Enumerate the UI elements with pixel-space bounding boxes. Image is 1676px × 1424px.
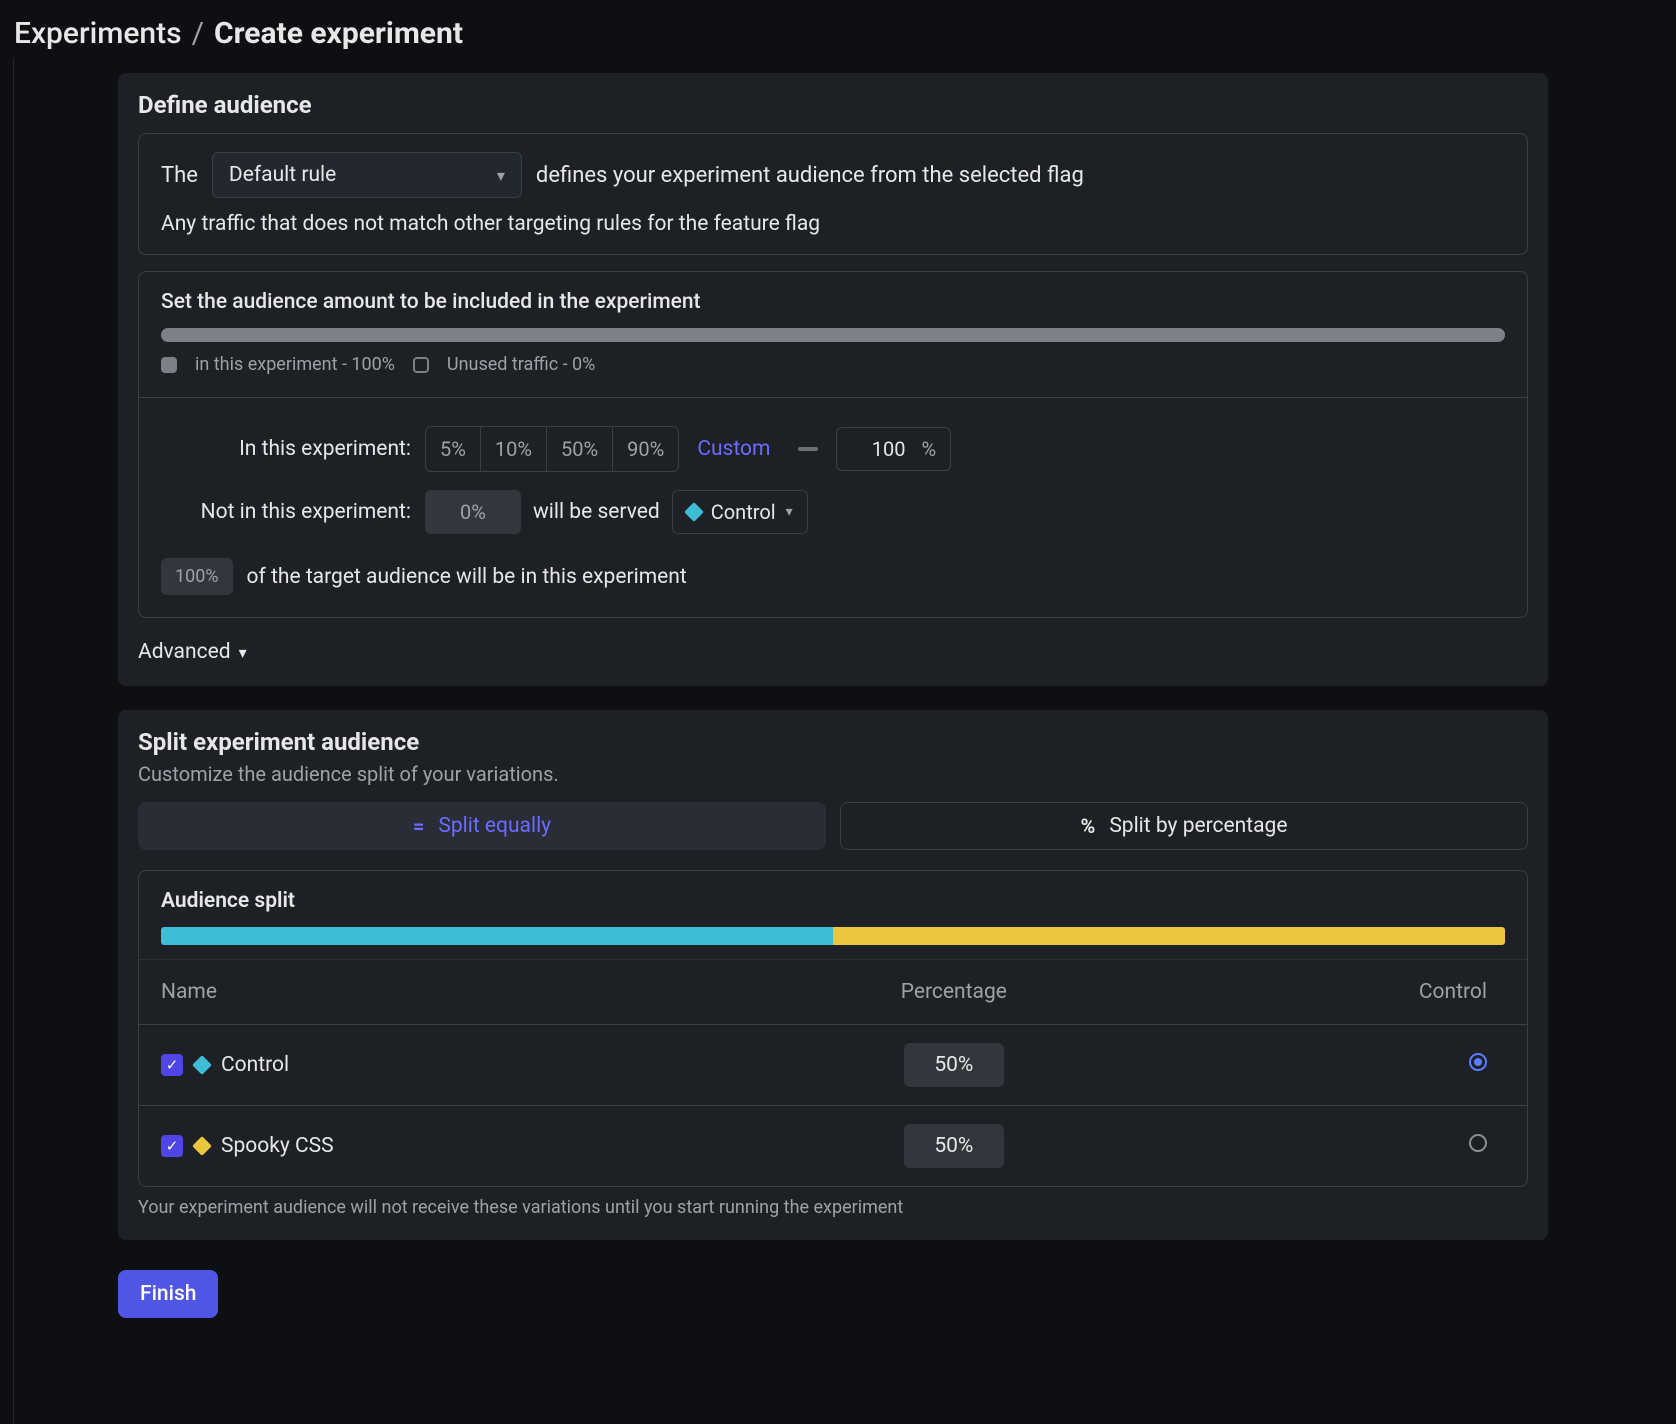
define-audience-title: Define audience (138, 91, 1528, 119)
control-radio[interactable] (1469, 1053, 1487, 1071)
custom-slider-icon (798, 447, 818, 451)
diamond-icon (192, 1136, 212, 1156)
advanced-label: Advanced (138, 640, 231, 664)
diamond-icon (192, 1055, 212, 1075)
set-amount-title: Set the audience amount to be included i… (161, 290, 1505, 314)
rule-select[interactable]: Default rule ▾ (212, 152, 522, 198)
preset-percentage-group: 5% 10% 50% 90% (425, 426, 679, 472)
split-equally-label: Split equally (438, 814, 551, 838)
split-footnote: Your experiment audience will not receiv… (138, 1197, 1528, 1218)
split-table: Name Percentage Control ✓ Control (139, 959, 1527, 1186)
split-audience-card: Split experiment audience Customize the … (118, 710, 1548, 1240)
audience-split-box: Audience split Name Percentage Control (138, 870, 1528, 1187)
legend-unused-label: Unused traffic - 0% (447, 354, 595, 375)
custom-percentage-input[interactable] (837, 437, 915, 461)
audience-rule-box: The Default rule ▾ defines your experime… (138, 133, 1528, 255)
variation-percentage: 50% (904, 1043, 1004, 1087)
rule-description: Any traffic that does not match other ta… (161, 212, 1505, 236)
variation-name: Control (221, 1053, 289, 1077)
legend-in-swatch (161, 357, 177, 373)
custom-percentage-link[interactable]: Custom (697, 437, 770, 461)
split-subtitle: Customize the audience split of your var… (138, 762, 1528, 786)
preset-50[interactable]: 50% (547, 427, 613, 471)
row-checkbox[interactable]: ✓ (161, 1135, 183, 1157)
chevron-down-icon: ▾ (497, 166, 505, 185)
table-row: ✓ Spooky CSS 50% (139, 1106, 1527, 1187)
breadcrumb-separator: / (192, 16, 204, 51)
chevron-down-icon: ▾ (239, 643, 247, 662)
split-bar-segment-control (161, 927, 833, 945)
row-checkbox[interactable]: ✓ (161, 1054, 183, 1076)
not-in-percentage: 0% (425, 490, 521, 534)
in-experiment-label: In this experiment: (161, 437, 411, 461)
audience-split-heading: Audience split (139, 871, 1527, 927)
not-in-experiment-label: Not in this experiment: (161, 500, 411, 524)
legend-unused-swatch (413, 357, 429, 373)
col-control: Control (1164, 960, 1527, 1025)
served-variation-select[interactable]: Control ▾ (672, 490, 808, 534)
summary-text: of the target audience will be in this e… (247, 565, 687, 589)
define-audience-card: Define audience The Default rule ▾ defin… (118, 73, 1548, 686)
control-radio[interactable] (1469, 1134, 1487, 1152)
col-name: Name (139, 960, 744, 1025)
the-label: The (161, 163, 198, 188)
percent-icon: % (1081, 814, 1096, 838)
legend-in-label: in this experiment - 100% (195, 354, 395, 375)
summary-percentage: 100% (161, 558, 233, 595)
split-by-percentage-toggle[interactable]: % Split by percentage (840, 802, 1528, 850)
traffic-slider[interactable] (161, 328, 1505, 342)
advanced-toggle[interactable]: Advanced ▾ (138, 640, 247, 664)
audience-split-bar (161, 927, 1505, 945)
variation-name: Spooky CSS (221, 1134, 334, 1158)
split-equally-toggle[interactable]: = Split equally (138, 802, 826, 850)
will-be-served-text: will be served (533, 500, 660, 524)
variation-percentage: 50% (904, 1124, 1004, 1168)
breadcrumb-current: Create experiment (214, 16, 463, 51)
preset-5[interactable]: 5% (426, 427, 481, 471)
chevron-down-icon: ▾ (786, 504, 793, 520)
split-title: Split experiment audience (138, 728, 1528, 756)
breadcrumb-root[interactable]: Experiments (14, 16, 182, 51)
left-rail (0, 58, 14, 1424)
equals-icon: = (413, 814, 424, 838)
preset-10[interactable]: 10% (481, 427, 547, 471)
diamond-icon (684, 502, 704, 522)
custom-percentage-input-wrapper: % (836, 427, 951, 471)
split-bar-segment-variant (833, 927, 1505, 945)
col-percentage: Percentage (744, 960, 1163, 1025)
rule-select-value: Default rule (229, 163, 336, 187)
table-row: ✓ Control 50% (139, 1025, 1527, 1106)
breadcrumb: Experiments / Create experiment (0, 0, 1676, 73)
defines-text: defines your experiment audience from th… (536, 163, 1084, 188)
split-by-percentage-label: Split by percentage (1109, 814, 1287, 838)
preset-90[interactable]: 90% (613, 427, 678, 471)
served-variation-value: Control (711, 500, 776, 524)
finish-button[interactable]: Finish (118, 1270, 218, 1318)
audience-amount-box: Set the audience amount to be included i… (138, 271, 1528, 618)
percent-unit: % (915, 437, 950, 461)
